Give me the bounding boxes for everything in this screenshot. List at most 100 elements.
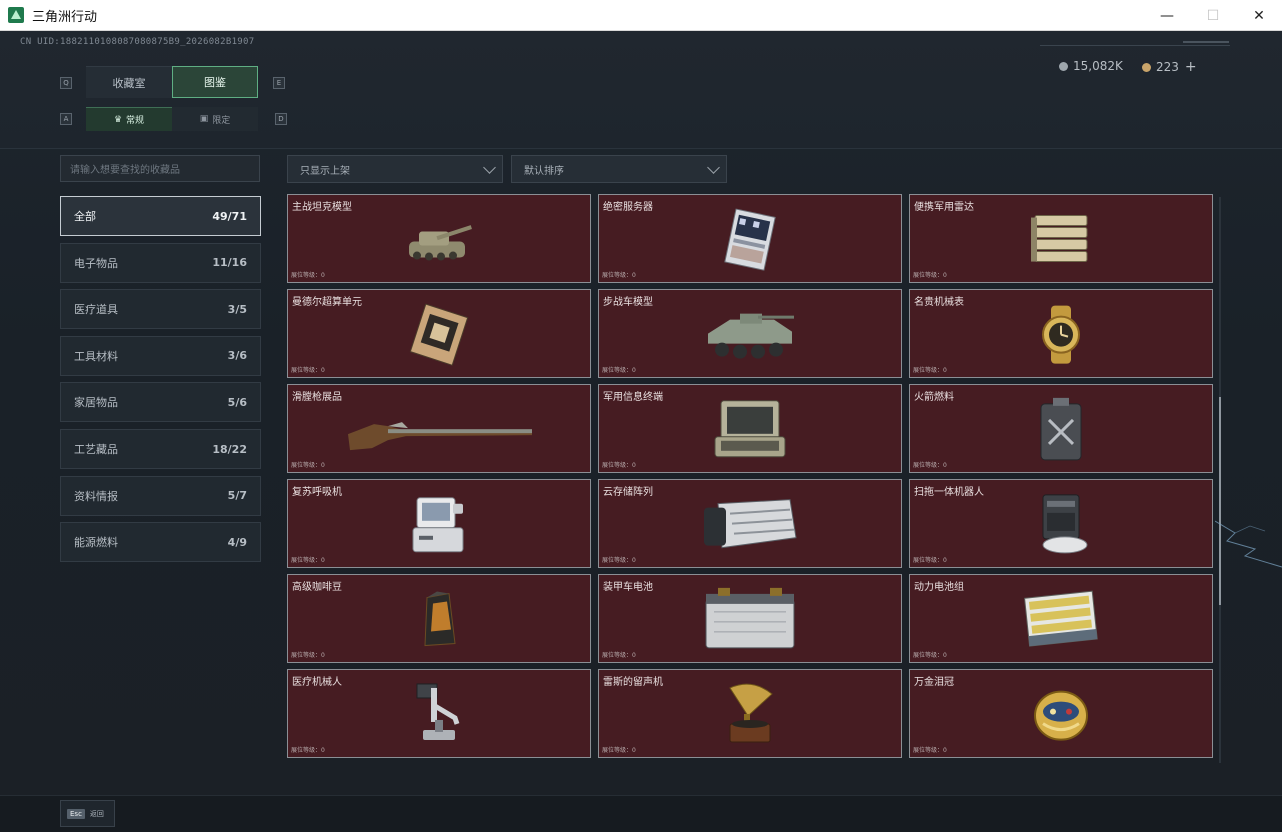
maximize-button[interactable]: ☐ bbox=[1190, 0, 1236, 31]
item-name: 雷斯的留声机 bbox=[603, 677, 663, 688]
collection-item-card[interactable]: 医疗机械人展位等级：0 bbox=[287, 669, 591, 758]
collection-item-card[interactable]: 万金泪冠展位等级：0 bbox=[909, 669, 1213, 758]
category-item[interactable]: 全部 49/71 bbox=[60, 196, 261, 236]
category-label: 电子物品 bbox=[74, 256, 118, 270]
item-booth-level: 展位等级：0 bbox=[602, 367, 636, 374]
item-booth-level: 展位等级：0 bbox=[913, 462, 947, 469]
medical-robot-icon bbox=[411, 679, 467, 753]
keyhint-d: D bbox=[275, 113, 287, 125]
collection-item-card[interactable]: 扫拖一体机器人 展位等级：0 bbox=[909, 479, 1213, 568]
collection-item-card[interactable]: 曼德尔超算单元展位等级：0 bbox=[287, 289, 591, 378]
subtab-limited[interactable]: ▣ 限定 bbox=[172, 107, 258, 131]
category-item[interactable]: 电子物品 11/16 bbox=[60, 242, 261, 283]
item-booth-level: 展位等级：0 bbox=[291, 367, 325, 374]
player-uid: CN UID:1882110108087080875B9_2026082B190… bbox=[20, 37, 255, 47]
collection-item-card[interactable]: 名贵机械表 展位等级：0 bbox=[909, 289, 1213, 378]
keyhint-q: Q bbox=[60, 77, 72, 89]
fuel-icon bbox=[1033, 395, 1089, 467]
item-name: 便携军用雷达 bbox=[914, 202, 974, 213]
currency-a-value: 15,082K bbox=[1073, 59, 1123, 73]
item-booth-level: 展位等级：0 bbox=[291, 747, 325, 754]
item-name: 名贵机械表 bbox=[914, 297, 964, 308]
subtab-regular[interactable]: ♛ 常规 bbox=[86, 107, 172, 131]
category-item[interactable]: 能源燃料 4/9 bbox=[60, 522, 261, 563]
close-button[interactable]: ✕ bbox=[1236, 0, 1282, 31]
item-booth-level: 展位等级：0 bbox=[913, 557, 947, 564]
item-booth-level: 展位等级：0 bbox=[602, 557, 636, 564]
battery-pack-icon bbox=[1021, 588, 1101, 654]
musket-icon bbox=[344, 404, 534, 458]
item-booth-level: 展位等级：0 bbox=[291, 462, 325, 469]
collection-item-card[interactable]: 云存储阵列 展位等级：0 bbox=[598, 479, 902, 568]
item-name: 主战坦克模型 bbox=[292, 202, 352, 213]
ifv-icon bbox=[700, 303, 800, 369]
footer-bar bbox=[0, 795, 1282, 832]
category-count: 3/6 bbox=[227, 349, 247, 363]
item-name: 万金泪冠 bbox=[914, 677, 954, 688]
item-name: 步战车模型 bbox=[603, 297, 653, 308]
item-name: 复苏呼吸机 bbox=[292, 487, 342, 498]
item-name: 滑膛枪展品 bbox=[292, 392, 342, 403]
item-booth-level: 展位等级：0 bbox=[602, 272, 636, 279]
category-label: 能源燃料 bbox=[74, 536, 118, 550]
collection-item-card[interactable]: 滑膛枪展品展位等级：0 bbox=[287, 384, 591, 473]
sort-dropdown[interactable]: 默认排序 bbox=[511, 155, 727, 183]
robot-vacuum-icon bbox=[1033, 490, 1089, 562]
category-count: 4/9 bbox=[227, 535, 247, 549]
category-item[interactable]: 资料情报 5/7 bbox=[60, 475, 261, 516]
collection-item-card[interactable]: 复苏呼吸机 展位等级：0 bbox=[287, 479, 591, 568]
back-label: 返回 bbox=[89, 809, 104, 818]
collection-item-card[interactable]: 绝密服务器展位等级：0 bbox=[598, 194, 902, 283]
server-icon bbox=[720, 207, 780, 274]
window-title: 三角洲行动 bbox=[32, 9, 98, 25]
header-divider-accent bbox=[1183, 41, 1229, 43]
back-button[interactable]: Esc 返回 bbox=[60, 800, 115, 827]
collection-item-card[interactable]: 军用信息终端展位等级：0 bbox=[598, 384, 902, 473]
watch-icon bbox=[1033, 303, 1089, 369]
battery-icon bbox=[700, 585, 800, 657]
storage-icon bbox=[700, 493, 800, 559]
category-item[interactable]: 工具材料 3/6 bbox=[60, 335, 261, 376]
item-name: 军用信息终端 bbox=[603, 392, 663, 403]
item-name: 火箭燃料 bbox=[914, 392, 954, 403]
collection-item-card[interactable]: 雷斯的留声机 展位等级：0 bbox=[598, 669, 902, 758]
item-name: 绝密服务器 bbox=[603, 202, 653, 213]
item-booth-level: 展位等级：0 bbox=[602, 652, 636, 659]
category-item[interactable]: 工艺藏品 18/22 bbox=[60, 429, 261, 469]
game-viewport: CN UID:1882110108087080875B9_2026082B190… bbox=[0, 31, 1282, 832]
search-input[interactable]: 请输入想要查找的收藏品 bbox=[60, 155, 260, 182]
category-count: 18/22 bbox=[212, 442, 247, 456]
chevron-down-icon bbox=[707, 161, 720, 174]
item-booth-level: 展位等级：0 bbox=[602, 462, 636, 469]
collection-item-card[interactable]: 步战车模型展位等级：0 bbox=[598, 289, 902, 378]
terminal-icon bbox=[709, 396, 791, 466]
subtab-regular-label: 常规 bbox=[126, 116, 145, 126]
collection-item-card[interactable]: 动力电池组 展位等级：0 bbox=[909, 574, 1213, 663]
category-item[interactable]: 医疗道具 3/5 bbox=[60, 289, 261, 330]
collection-item-card[interactable]: 便携军用雷达 展位等级：0 bbox=[909, 194, 1213, 283]
category-count: 49/71 bbox=[212, 209, 247, 223]
collection-item-card[interactable]: 主战坦克模型 展位等级：0 bbox=[287, 194, 591, 283]
item-name: 装甲车电池 bbox=[603, 582, 653, 593]
collection-item-card[interactable]: 火箭燃料展位等级：0 bbox=[909, 384, 1213, 473]
category-label: 家居物品 bbox=[74, 396, 118, 410]
item-name: 动力电池组 bbox=[914, 582, 964, 593]
collection-item-card[interactable]: 装甲车电池展位等级：0 bbox=[598, 574, 902, 663]
tab-catalog[interactable]: 图鉴 bbox=[172, 66, 258, 98]
item-booth-level: 展位等级：0 bbox=[291, 652, 325, 659]
coin-icon bbox=[1059, 61, 1068, 71]
item-booth-level: 展位等级：0 bbox=[913, 747, 947, 754]
item-name: 医疗机械人 bbox=[292, 677, 342, 688]
coffee-icon bbox=[419, 589, 459, 653]
app-logo-icon bbox=[8, 7, 24, 23]
tab-collection-room[interactable]: 收藏室 bbox=[86, 66, 172, 98]
category-item[interactable]: 家居物品 5/6 bbox=[60, 382, 261, 423]
currency-b: 223 + bbox=[1142, 59, 1197, 75]
add-currency-button[interactable]: + bbox=[1185, 59, 1197, 75]
collection-item-card[interactable]: 高级咖啡豆 展位等级：0 bbox=[287, 574, 591, 663]
filter-dropdown[interactable]: 只显示上架 bbox=[287, 155, 503, 183]
item-name: 曼德尔超算单元 bbox=[292, 297, 362, 308]
minimize-button[interactable]: — bbox=[1144, 0, 1190, 31]
chip-icon bbox=[407, 302, 471, 369]
collection-grid: 主战坦克模型 展位等级：0 绝密服务器 展位等级：0 便携军用雷达 展位等级：0 曼德尔超算… bbox=[283, 194, 1222, 764]
